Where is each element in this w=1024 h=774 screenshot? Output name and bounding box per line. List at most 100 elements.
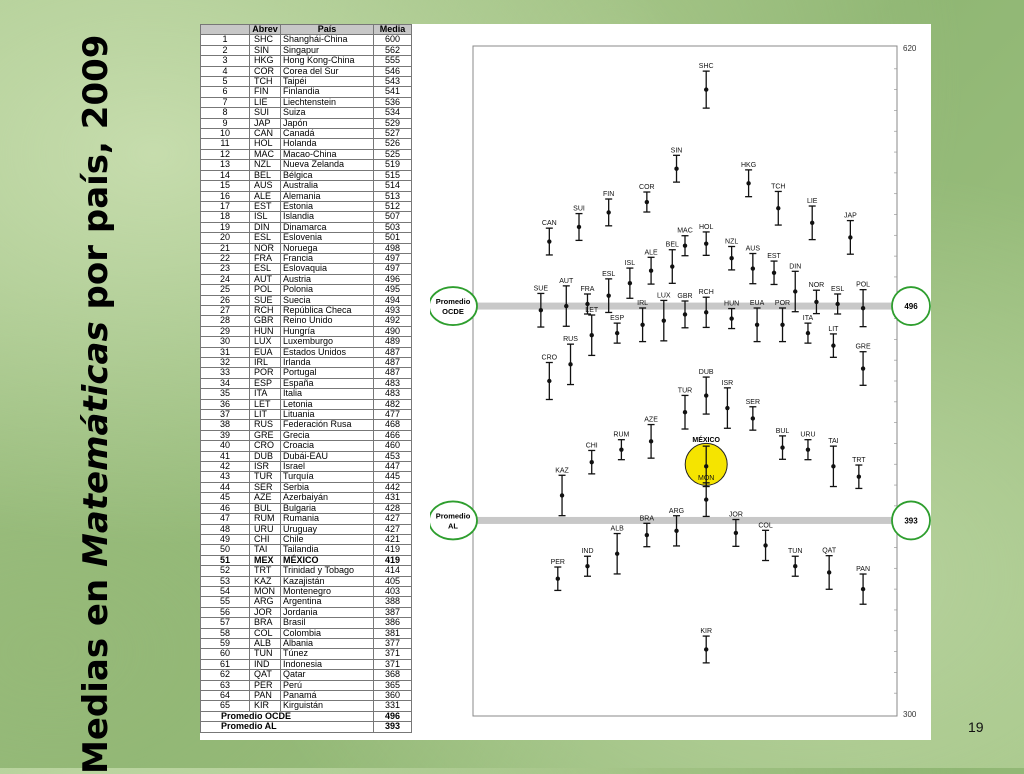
pais-cell: Albania: [280, 637, 374, 650]
media-cell: 368: [373, 669, 412, 681]
mean-dot: [746, 181, 751, 186]
abrev-cell: CHI: [249, 533, 281, 546]
country-point: ARG: [669, 508, 684, 547]
mean-dot: [704, 87, 709, 92]
mean-dot: [576, 224, 582, 230]
media-cell: 497: [373, 263, 412, 275]
country-label: BUL: [776, 428, 790, 435]
mean-dot: [831, 343, 836, 348]
mean-dot: [589, 333, 594, 338]
table-row: 15 AUS Australia 514: [200, 180, 412, 192]
table-row: 54 MON Montenegro 403: [200, 585, 412, 598]
abrev-cell: AUT: [249, 273, 281, 286]
rank-cell: 18: [200, 211, 250, 223]
country-point: MAC: [677, 228, 693, 257]
pais-cell: Estados Unidos: [280, 346, 374, 359]
rank-cell: 53: [200, 575, 250, 587]
rank-cell: 25: [200, 284, 250, 296]
country-label: AZE: [644, 417, 658, 424]
country-label: NOR: [809, 282, 825, 289]
pais-cell: Austria: [280, 273, 374, 286]
media-cell: 512: [373, 200, 412, 213]
country-label: IRL: [637, 300, 648, 307]
table-row: 16 ALE Alemania 513: [200, 190, 412, 202]
media-cell: 487: [373, 356, 412, 369]
mean-dot: [682, 243, 688, 248]
country-label: DIN: [789, 263, 801, 270]
abrev-cell: SER: [249, 481, 281, 494]
pais-cell: Perú: [280, 679, 374, 692]
country-point: AZE: [644, 417, 658, 459]
mean-dot: [585, 301, 590, 307]
rank-cell: 55: [200, 596, 250, 608]
pais-cell: Holanda: [280, 138, 374, 150]
mean-dot: [826, 570, 832, 575]
abrev-cell: GBR: [249, 315, 281, 327]
country-label: ALE: [644, 249, 658, 256]
country-point: FIN: [603, 191, 614, 227]
reference-label: Promedio: [436, 511, 471, 520]
country-label: HKG: [741, 162, 756, 169]
media-cell: 483: [373, 388, 412, 400]
media-cell: 487: [373, 346, 412, 359]
country-label: BEL: [666, 242, 679, 249]
country-label: ARG: [669, 508, 684, 515]
abrev-cell: TRT: [249, 565, 281, 577]
country-label: SIN: [671, 147, 683, 154]
rank-cell: 56: [200, 606, 250, 619]
abrev-cell: POR: [249, 367, 281, 379]
mean-dot: [793, 564, 798, 569]
rank-cell: 31: [200, 346, 250, 359]
rank-cell: 9: [200, 117, 250, 130]
table-row: 60 TUN Túnez 371: [200, 648, 412, 660]
rank-cell: 51: [200, 554, 250, 567]
table-row: 63 PER Perú 365: [200, 679, 412, 692]
media-cell: 562: [373, 44, 412, 57]
country-point: JAP: [844, 213, 857, 255]
country-point: CAN: [542, 220, 557, 256]
media-cell: 490: [373, 325, 412, 338]
country-label: JOR: [729, 512, 743, 519]
abrev-cell: ESP: [249, 377, 281, 390]
country-point: EST: [767, 253, 782, 286]
country-point: HUN: [724, 301, 739, 330]
mean-dot: [585, 564, 590, 569]
abrev-cell: DIN: [249, 221, 281, 234]
pais-cell: Argentina: [280, 596, 374, 608]
country-label: LIT: [828, 326, 839, 333]
abrev-cell: IND: [249, 658, 281, 671]
country-label: MAC: [677, 228, 693, 235]
rank-cell: 5: [200, 76, 250, 88]
pais-cell: Nueva Zelanda: [280, 159, 374, 171]
media-cell: 381: [373, 627, 412, 639]
mean-dot: [661, 318, 666, 323]
country-label: ITA: [803, 315, 814, 322]
media-cell: 477: [373, 409, 412, 421]
table-row: 59 ALB Albania 377: [200, 637, 412, 650]
rank-cell: 62: [200, 669, 250, 681]
table-row: 20 ESL Eslovenia 501: [200, 232, 412, 244]
mean-dot: [627, 280, 633, 286]
pais-cell: Macao-China: [280, 148, 374, 161]
pais-cell: Hong Kong-China: [280, 55, 374, 67]
country-point: ISR: [722, 380, 733, 429]
country-label: KAZ: [555, 467, 569, 474]
media-cell: 387: [373, 606, 412, 619]
rank-cell: 44: [200, 481, 250, 494]
pais-cell: Panamá: [280, 689, 374, 702]
abrev-cell: QAT: [249, 669, 281, 681]
table-row: 27 RCH República Checa 493: [200, 304, 412, 317]
pais-cell: Taipéi: [280, 76, 374, 88]
pais-cell: Lituania: [280, 409, 374, 421]
country-point: ITA: [803, 315, 814, 344]
table-row: 21 NOR Noruega 498: [200, 242, 412, 254]
abrev-cell: SHC: [249, 34, 281, 46]
rank-cell: 47: [200, 513, 250, 525]
mean-dot: [640, 322, 645, 328]
pais-cell: Irlanda: [280, 356, 374, 369]
abrev-cell: RUM: [249, 513, 281, 525]
mean-dot: [538, 308, 544, 313]
country-point: IND: [581, 548, 594, 577]
rank-cell: 11: [200, 138, 250, 150]
country-label: ISL: [625, 260, 636, 267]
